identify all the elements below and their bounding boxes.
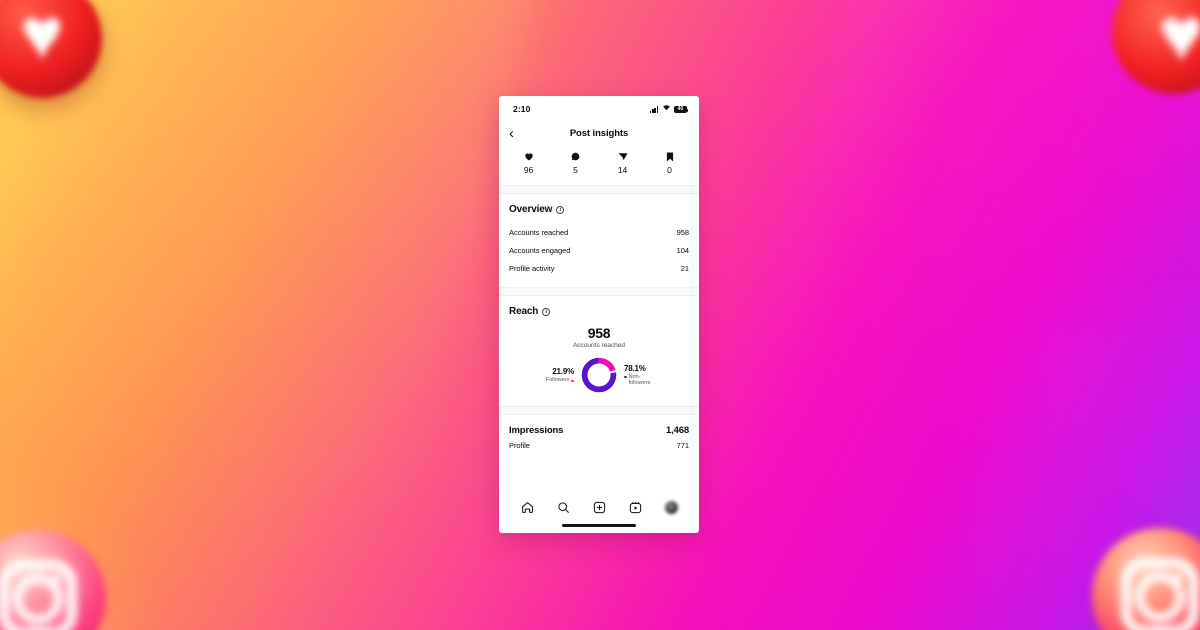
tab-create[interactable]: [588, 498, 610, 516]
overview-row[interactable]: Accounts reached 958: [509, 223, 689, 241]
overview-section: Overview i Accounts reached 958 Accounts…: [499, 194, 699, 279]
impressions-total: 1,468: [665, 425, 689, 436]
impressions-title: Impressions: [509, 425, 564, 436]
overview-heading: Overview i: [509, 204, 689, 215]
heart-icon: ♥: [1158, 0, 1200, 79]
overview-title: Overview: [509, 204, 553, 215]
info-icon[interactable]: i: [556, 205, 565, 214]
nav-bar: ‹ Post insights: [499, 121, 699, 145]
tab-profile[interactable]: [660, 498, 682, 516]
engagement-shares[interactable]: 14: [599, 151, 646, 175]
engagement-value: 5: [573, 165, 578, 175]
section-gap: [499, 288, 699, 295]
engagement-saves[interactable]: 0: [646, 151, 693, 175]
reach-donut-chart: 21.9% Followers 78.1% Non-followers: [509, 356, 689, 404]
impressions-section: Impressions 1,468 Profile 771: [499, 415, 699, 456]
wifi-icon: [662, 104, 671, 113]
reach-title: Reach: [509, 306, 539, 317]
reels-icon: [629, 501, 642, 514]
home-indicator: [562, 524, 636, 527]
legend-followers-dot: [571, 379, 574, 383]
row-value: 104: [676, 245, 689, 255]
engagement-value: 0: [667, 165, 672, 175]
reach-total-label: Accounts reached: [572, 342, 626, 349]
row-label: Accounts engaged: [509, 245, 571, 255]
row-label: Profile activity: [509, 263, 555, 273]
bottom-tab-bar: [499, 491, 699, 520]
engagement-value: 96: [523, 165, 534, 175]
section-gap: [499, 186, 699, 193]
legend-followers: 21.9% Followers: [518, 367, 574, 383]
status-time: 2:10: [513, 103, 531, 114]
tab-reels[interactable]: [624, 498, 646, 516]
engagement-comments[interactable]: 5: [552, 151, 599, 175]
row-label: Accounts reached: [509, 227, 569, 237]
status-icons: 40: [650, 104, 689, 113]
engagement-stats-row: 96 5 14 0: [499, 145, 699, 185]
row-label: Profile: [509, 440, 530, 450]
legend-followers-label: Followers: [545, 376, 570, 383]
info-icon[interactable]: i: [542, 307, 551, 316]
share-icon: [618, 151, 628, 162]
legend-nonfollowers-pct: 78.1%: [624, 363, 646, 373]
legend-followers-pct: 21.9%: [552, 366, 574, 376]
row-value: 771: [676, 440, 689, 450]
home-icon: [521, 501, 534, 514]
heart-icon: ♥: [20, 0, 64, 76]
section-gap: [499, 407, 699, 414]
battery-level: 40: [677, 106, 684, 113]
legend-nonfollowers: 78.1% Non-followers: [624, 364, 680, 387]
legend-nonfollowers-dot: [624, 375, 627, 379]
search-icon: [557, 501, 570, 514]
overview-row[interactable]: Profile activity 21: [509, 259, 689, 277]
tab-home[interactable]: [516, 498, 538, 516]
battery-icon: 40: [674, 105, 689, 113]
reach-heading: Reach i: [509, 306, 689, 317]
instagram-camera-icon: [0, 560, 77, 630]
reach-total-value: 958: [587, 325, 611, 341]
reach-section: Reach i 958 Accounts reached 21.9% Follo…: [499, 296, 699, 406]
engagement-likes[interactable]: 96: [505, 151, 552, 175]
legend-nonfollowers-label-wrap: Non-followers: [624, 374, 680, 387]
bookmark-icon: [666, 151, 674, 162]
legend-nonfollowers-label: Non-followers: [628, 373, 651, 386]
add-post-icon: [593, 501, 606, 514]
engagement-value: 14: [617, 165, 628, 175]
instagram-camera-icon: [1121, 558, 1199, 630]
donut-chart-svg: [581, 357, 617, 393]
row-value: 21: [680, 263, 689, 273]
tab-search[interactable]: [552, 498, 574, 516]
comment-icon: [571, 151, 580, 162]
status-bar: 2:10 40: [499, 96, 699, 121]
phone-screen: 2:10 40 ‹ Post insights 96 5 14 0 Overvi…: [499, 96, 699, 533]
impressions-heading: Impressions 1,468: [509, 425, 689, 436]
reach-total: 958 Accounts reached: [509, 325, 689, 349]
legend-followers-label-wrap: Followers: [518, 377, 574, 383]
row-value: 958: [676, 227, 689, 237]
signal-bars-icon: [650, 106, 658, 113]
page-title: Post insights: [569, 127, 629, 139]
overview-row[interactable]: Accounts engaged 104: [509, 241, 689, 259]
impressions-row[interactable]: Profile 771: [509, 436, 689, 454]
heart-icon: [524, 151, 534, 162]
profile-avatar-icon: [664, 500, 678, 514]
